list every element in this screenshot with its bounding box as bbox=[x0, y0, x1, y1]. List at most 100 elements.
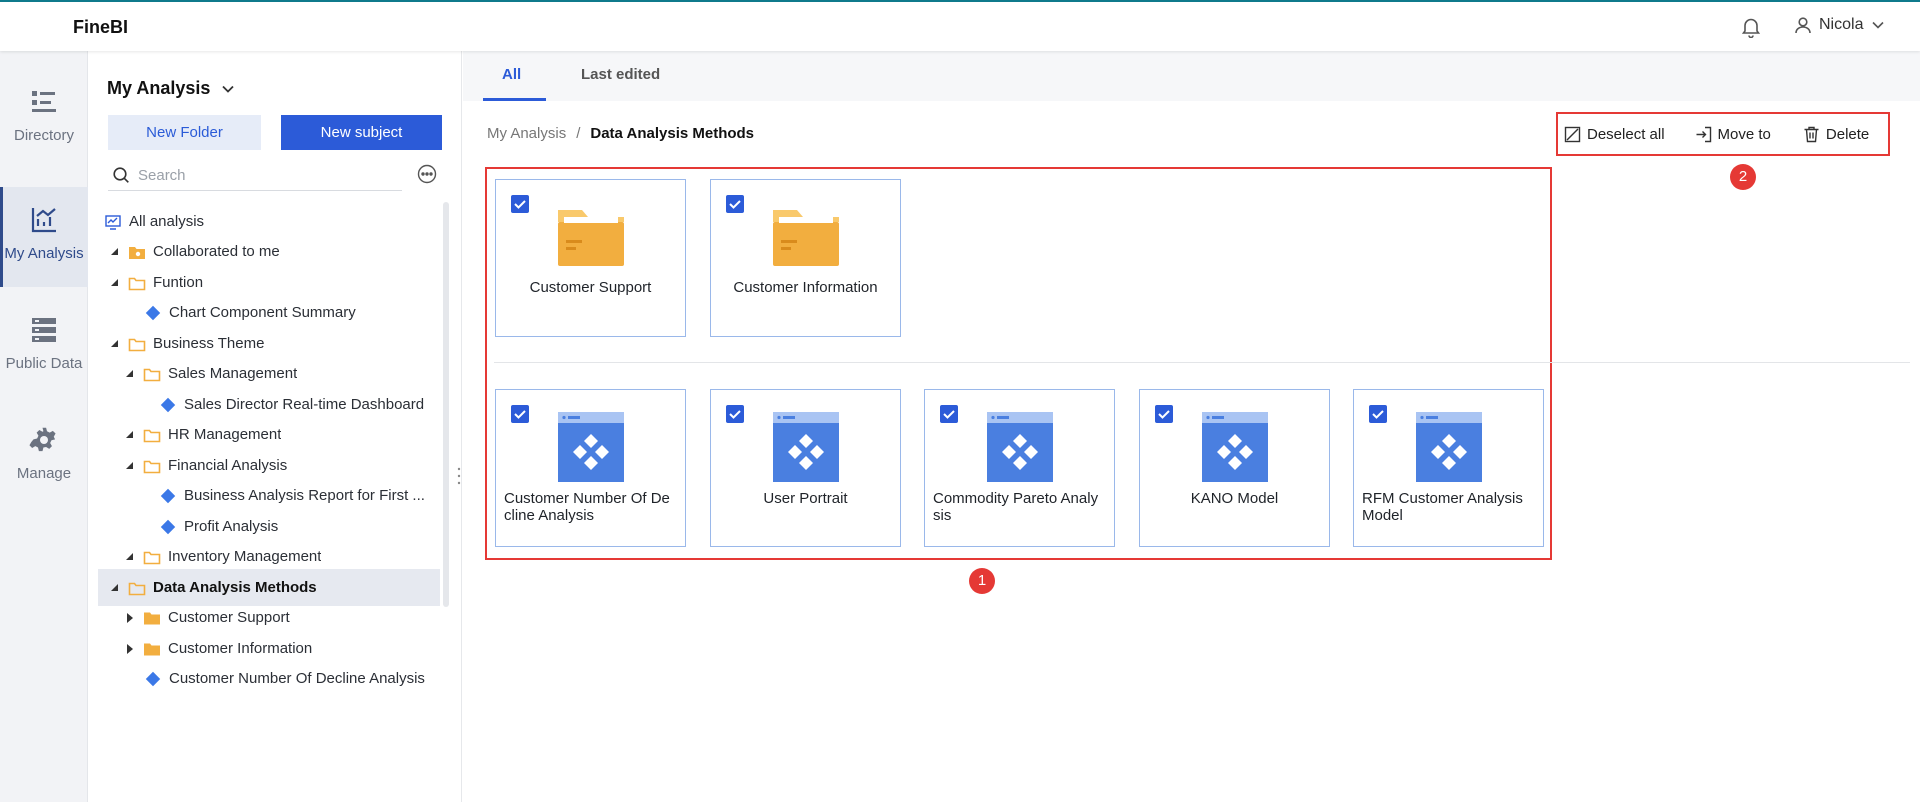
subject-dashboard-icon bbox=[1416, 412, 1482, 482]
subject-dashboard-icon bbox=[987, 412, 1053, 482]
rail-item-public-data[interactable]: Public Data bbox=[0, 297, 88, 397]
subject-dashboard-icon bbox=[773, 412, 839, 482]
rail-item-directory[interactable]: Directory bbox=[0, 69, 88, 169]
trash-icon bbox=[1804, 126, 1819, 142]
collapsed-arrow-icon[interactable] bbox=[123, 611, 137, 625]
expanded-arrow-icon[interactable] bbox=[123, 459, 137, 473]
card-title: Commodity Pareto Analy sis bbox=[933, 490, 1099, 524]
checkbox-checked[interactable] bbox=[726, 195, 744, 213]
expanded-arrow-icon[interactable] bbox=[108, 276, 122, 290]
more-options-icon[interactable] bbox=[417, 164, 437, 184]
folder-open-icon bbox=[128, 338, 146, 351]
rail-label: My Analysis bbox=[4, 245, 84, 262]
deselect-icon bbox=[1564, 126, 1581, 142]
subject-icon bbox=[145, 305, 161, 320]
subject-card-kano-model[interactable]: KANO Model bbox=[1139, 389, 1330, 547]
top-bar: FineBI Nicola bbox=[0, 0, 1920, 51]
check-icon bbox=[729, 200, 741, 209]
analysis-chart-icon bbox=[31, 208, 56, 233]
rail-item-my-analysis[interactable]: My Analysis bbox=[0, 187, 88, 287]
notification-bell-icon[interactable] bbox=[1740, 16, 1762, 39]
annotation-marker-1: 1 bbox=[969, 568, 995, 594]
public-data-icon bbox=[32, 318, 56, 342]
card-title: Customer Support bbox=[529, 279, 652, 296]
folder-icon bbox=[144, 643, 160, 655]
subject-dashboard-icon bbox=[1202, 412, 1268, 482]
folder-open-icon bbox=[143, 429, 161, 442]
folder-card-customer-support[interactable]: Customer Support bbox=[495, 179, 686, 337]
shared-folder-icon bbox=[129, 246, 145, 259]
subject-card-customer-number-decline[interactable]: Customer Number Of De cline Analysis bbox=[495, 389, 686, 547]
folder-open-icon bbox=[143, 551, 161, 564]
move-to-icon bbox=[1696, 126, 1711, 142]
subject-card-commodity-pareto[interactable]: Commodity Pareto Analy sis bbox=[924, 389, 1115, 547]
check-icon bbox=[514, 200, 526, 209]
rail-item-manage[interactable]: Manage bbox=[0, 407, 88, 507]
card-title: KANO Model bbox=[1190, 490, 1279, 507]
checkbox-checked[interactable] bbox=[511, 195, 529, 213]
tab-last-edited[interactable]: Last edited bbox=[581, 66, 660, 83]
checkbox-checked[interactable] bbox=[940, 405, 958, 423]
checkbox-checked[interactable] bbox=[1155, 405, 1173, 423]
expanded-arrow-icon[interactable] bbox=[108, 337, 122, 351]
deselect-all-button[interactable]: Deselect all bbox=[1564, 126, 1665, 143]
subject-icon bbox=[160, 488, 176, 503]
left-navigation-rail: Directory My Analysis Public Data Manage bbox=[0, 51, 88, 802]
collapsed-arrow-icon[interactable] bbox=[123, 642, 137, 656]
folder-open-icon bbox=[143, 368, 161, 381]
breadcrumb: My Analysis / Data Analysis Methods bbox=[487, 125, 754, 142]
breadcrumb-parent[interactable]: My Analysis bbox=[487, 125, 566, 142]
expanded-arrow-icon[interactable] bbox=[123, 550, 137, 564]
rail-label: Directory bbox=[13, 127, 74, 144]
subject-card-user-portrait[interactable]: User Portrait bbox=[710, 389, 901, 547]
search-input[interactable] bbox=[138, 166, 378, 184]
panel-title[interactable]: My Analysis bbox=[107, 78, 236, 99]
tab-bar: All Last edited bbox=[463, 51, 1920, 101]
checkbox-checked[interactable] bbox=[1369, 405, 1387, 423]
expanded-arrow-icon[interactable] bbox=[108, 581, 122, 595]
expanded-arrow-icon[interactable] bbox=[123, 428, 137, 442]
subject-icon bbox=[160, 519, 176, 534]
search-box bbox=[108, 160, 402, 191]
checkbox-checked[interactable] bbox=[726, 405, 744, 423]
folder-open-icon bbox=[128, 582, 146, 595]
folder-icon bbox=[773, 210, 839, 266]
check-icon bbox=[729, 410, 741, 419]
new-folder-button[interactable]: New Folder bbox=[108, 115, 261, 150]
move-to-button[interactable]: Move to bbox=[1695, 126, 1771, 143]
folder-icon bbox=[144, 612, 160, 624]
card-title: Customer Information bbox=[733, 279, 878, 296]
manage-gear-icon bbox=[29, 427, 56, 452]
expanded-arrow-icon[interactable] bbox=[123, 367, 137, 381]
analysis-tree-panel: My Analysis New Folder New subject All a… bbox=[88, 51, 462, 802]
subject-card-rfm-customer-analysis[interactable]: RFM Customer Analysis Model bbox=[1353, 389, 1544, 547]
subject-icon bbox=[160, 397, 176, 412]
tab-all[interactable]: All bbox=[502, 66, 521, 83]
folder-icon bbox=[558, 210, 624, 266]
folder-open-icon bbox=[128, 277, 146, 290]
card-title: Customer Number Of De cline Analysis bbox=[504, 490, 670, 524]
check-icon bbox=[1158, 410, 1170, 419]
search-icon bbox=[113, 167, 129, 183]
user-name: Nicola bbox=[1819, 16, 1864, 33]
active-tab-indicator bbox=[483, 98, 546, 101]
delete-button[interactable]: Delete bbox=[1803, 126, 1869, 143]
main-content: All Last edited My Analysis / Data Analy… bbox=[463, 51, 1920, 802]
card-title: User Portrait bbox=[763, 490, 848, 507]
tree-scrollbar[interactable] bbox=[443, 202, 449, 607]
check-icon bbox=[943, 410, 955, 419]
tree-item-customer-number-decline[interactable]: Customer Number Of Decline Analysis bbox=[98, 660, 440, 697]
brand-logo: FineBI bbox=[73, 17, 129, 37]
expanded-arrow-icon[interactable] bbox=[108, 245, 122, 259]
breadcrumb-current: Data Analysis Methods bbox=[590, 125, 755, 142]
breadcrumb-separator: / bbox=[576, 125, 581, 142]
subject-icon bbox=[145, 671, 161, 686]
user-menu[interactable]: Nicola bbox=[1794, 16, 1886, 34]
new-subject-button[interactable]: New subject bbox=[281, 115, 442, 150]
folder-card-customer-information[interactable]: Customer Information bbox=[710, 179, 901, 337]
check-icon bbox=[514, 410, 526, 419]
user-icon bbox=[1795, 17, 1811, 34]
checkbox-checked[interactable] bbox=[511, 405, 529, 423]
directory-icon bbox=[32, 91, 56, 112]
check-icon bbox=[1372, 410, 1384, 419]
